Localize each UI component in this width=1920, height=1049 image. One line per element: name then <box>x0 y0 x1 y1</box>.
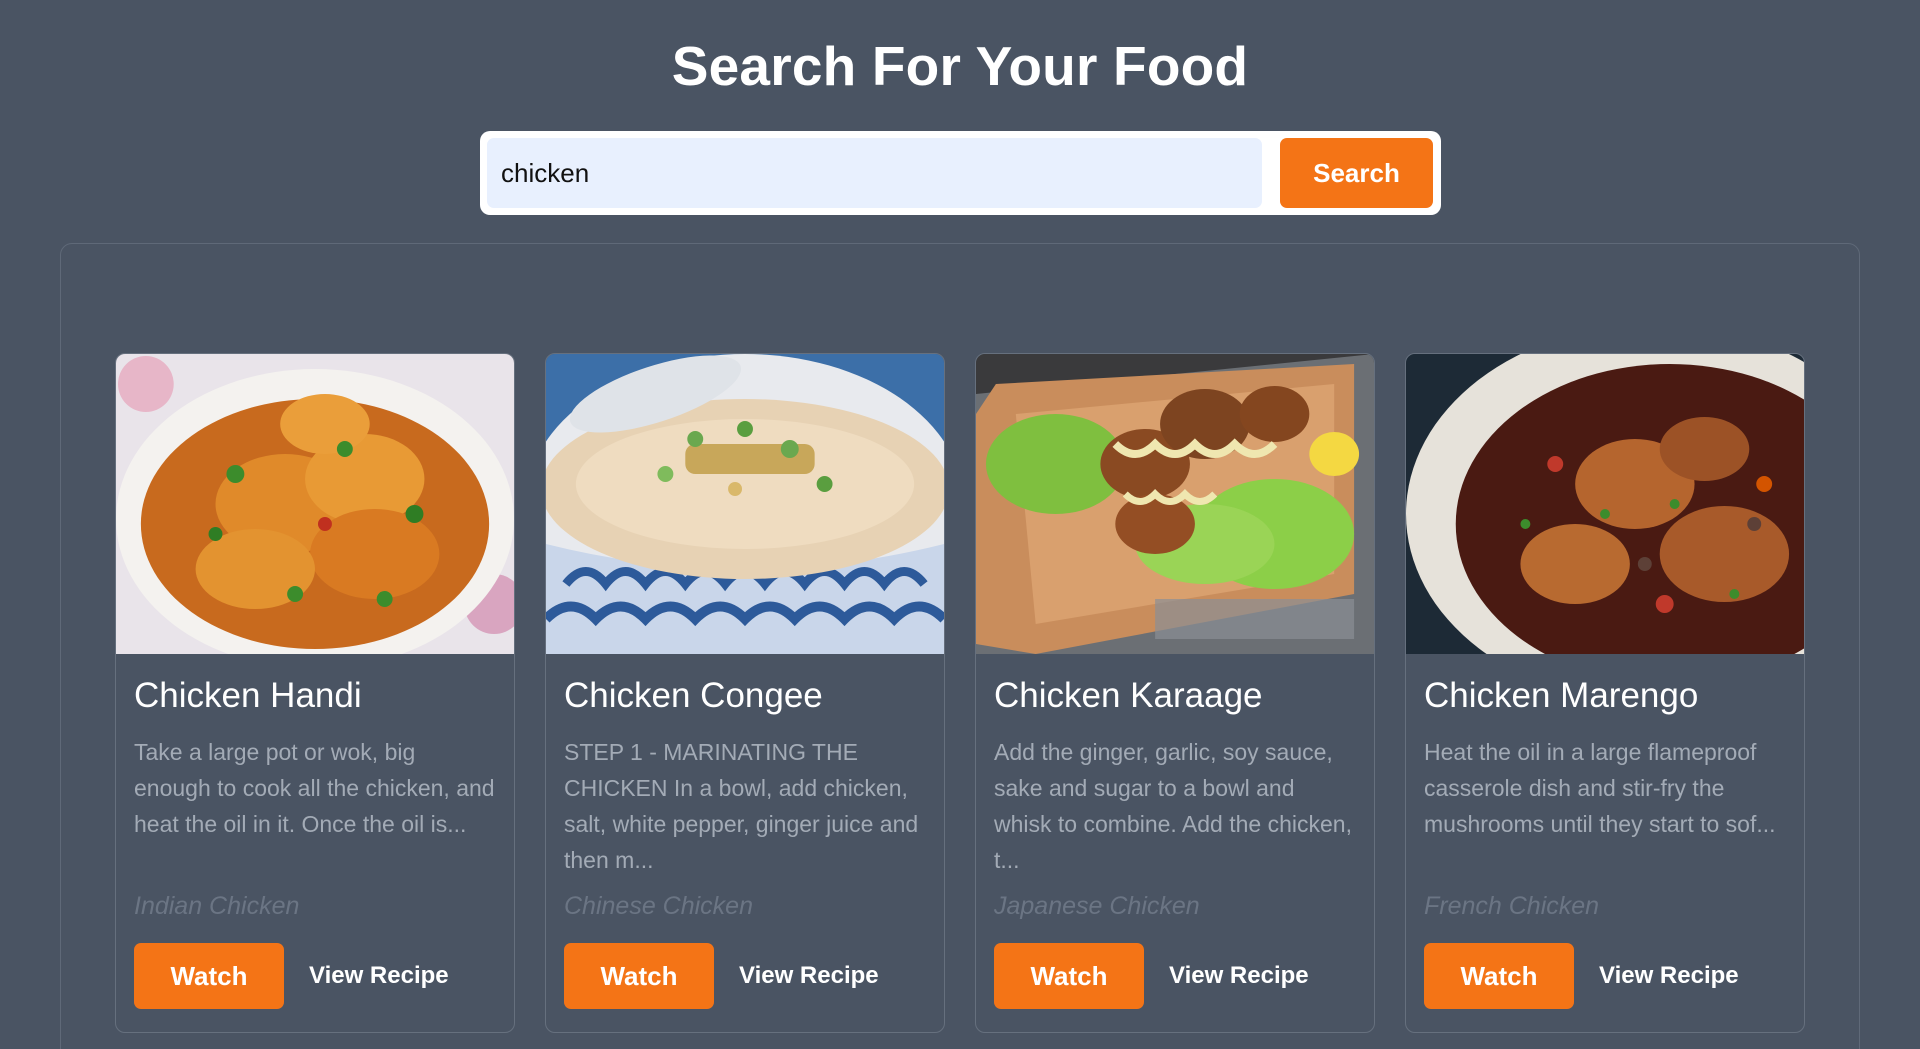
recipe-description: Add the ginger, garlic, soy sauce, sake … <box>994 739 1352 873</box>
watch-button[interactable]: Watch <box>1424 943 1574 1009</box>
recipe-actions: Watch View Recipe <box>1424 943 1786 1009</box>
view-recipe-link[interactable]: View Recipe <box>1169 962 1309 990</box>
recipe-title: Chicken Marengo <box>1424 676 1699 715</box>
watch-button[interactable]: Watch <box>134 943 284 1009</box>
recipe-card: Chicken Marengo Heat the oil in a large … <box>1405 353 1805 1033</box>
recipe-card: Chicken Karaage Add the ginger, garlic, … <box>975 353 1375 1033</box>
recipe-image-chicken-marengo[interactable] <box>1406 354 1804 654</box>
page: Search For Your Food Search Chick <box>0 0 1920 1049</box>
recipe-area-category: French Chicken <box>1424 892 1600 920</box>
recipe-card: Chicken Handi Take a large pot or wok, b… <box>115 353 515 1033</box>
watch-button[interactable]: Watch <box>994 943 1144 1009</box>
recipe-actions: Watch View Recipe <box>134 943 496 1009</box>
view-recipe-link[interactable]: View Recipe <box>1599 962 1739 990</box>
search-button[interactable]: Search <box>1280 138 1433 208</box>
recipe-actions: Watch View Recipe <box>564 943 926 1009</box>
view-recipe-link[interactable]: View Recipe <box>739 962 879 990</box>
watch-button[interactable]: Watch <box>564 943 714 1009</box>
page-title: Search For Your Food <box>671 35 1249 97</box>
recipe-image-chicken-handi[interactable] <box>116 354 514 654</box>
recipe-description: STEP 1 - MARINATING THE CHICKEN In a bow… <box>564 739 919 873</box>
search-input[interactable] <box>487 138 1262 208</box>
recipe-title: Chicken Congee <box>564 676 823 715</box>
recipe-title: Chicken Karaage <box>994 676 1263 715</box>
recipe-description: Take a large pot or wok, big enough to c… <box>134 739 495 837</box>
view-recipe-link[interactable]: View Recipe <box>309 962 449 990</box>
recipe-actions: Watch View Recipe <box>994 943 1356 1009</box>
recipe-card: Chicken Congee STEP 1 - MARINATING THE C… <box>545 353 945 1033</box>
recipe-image-chicken-congee[interactable] <box>546 354 944 654</box>
search-bar: Search <box>480 131 1441 215</box>
recipe-area-category: Indian Chicken <box>134 892 300 920</box>
recipe-description: Heat the oil in a large flameproof casse… <box>1424 739 1776 837</box>
recipe-area-category: Chinese Chicken <box>564 892 753 920</box>
recipe-area-category: Japanese Chicken <box>994 892 1200 920</box>
recipe-title: Chicken Handi <box>134 676 362 715</box>
recipe-image-chicken-karaage[interactable] <box>976 354 1374 654</box>
